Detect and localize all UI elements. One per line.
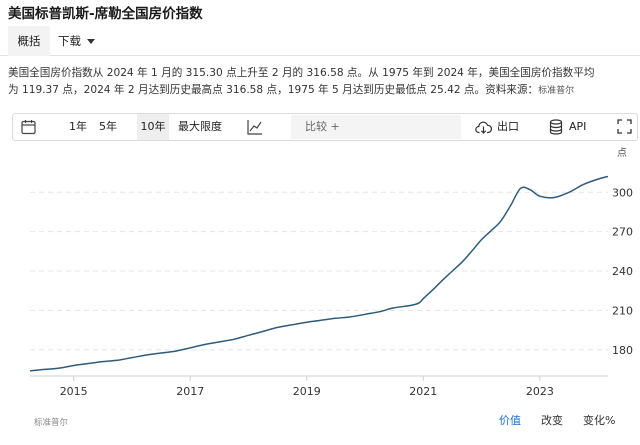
range-10y-button[interactable]: 10年 [137, 114, 169, 140]
tab-download[interactable]: 下载 [56, 26, 95, 56]
footer-source[interactable]: 标准普尔 [34, 414, 68, 432]
line-chart-icon[interactable] [247, 119, 263, 135]
database-icon [549, 119, 563, 135]
unit-label: 点 [617, 147, 627, 159]
page-title: 美国标普凯斯-席勒全国房价指数 [8, 6, 203, 22]
export-button[interactable]: 出口 [475, 114, 519, 140]
series-line-0 [29, 175, 609, 372]
y-tick-label: 240 [612, 265, 633, 278]
description-line-2: 为 119.37 点，2024 年 2 月达到历史最高点 316.58 点，19… [8, 82, 636, 100]
line-chart: 2015 2017 2019 2021 2023 180 210 240 270 300 点 [29, 147, 633, 398]
caret-down-icon [87, 39, 95, 44]
range-5y-button[interactable]: 5年 [99, 114, 117, 140]
calendar-icon[interactable] [21, 119, 36, 135]
mode-percent-button[interactable]: 变化% [583, 412, 615, 430]
export-icon [475, 121, 492, 134]
api-button[interactable]: API [549, 114, 586, 140]
x-tick-label: 2023 [526, 385, 554, 398]
x-tick-labels: 2015 2017 2019 2021 2023 [60, 385, 554, 398]
y-tick-label: 270 [612, 226, 633, 239]
x-tick-label: 2021 [409, 385, 437, 398]
range-max-button[interactable]: 最大限度 [178, 114, 222, 140]
description-line-1: 美国全国房价指数从 2024 年 1 月的 315.30 点上升至 2 月的 3… [8, 67, 595, 79]
tab-bar: 概括 下载 [0, 26, 640, 56]
compare-input[interactable]: 比较 + [291, 115, 461, 139]
description-source[interactable]: 标准普尔 [538, 86, 574, 96]
y-tick-label: 300 [612, 186, 633, 199]
chart-area: 2015 2017 2019 2021 2023 180 210 240 270 300 点 [0, 141, 640, 445]
chart-toolbar: 1年 5年 10年 最大限度 比较 + 出口 API [12, 113, 638, 141]
tab-overview[interactable]: 概括 [8, 26, 50, 56]
range-1y-button[interactable]: 1年 [69, 114, 87, 140]
api-label: API [569, 120, 587, 133]
export-label: 出口 [497, 120, 519, 133]
x-tick-label: 2019 [293, 385, 321, 398]
mode-change-button[interactable]: 改变 [541, 412, 563, 430]
y-tick-label: 210 [612, 304, 633, 317]
grid-lines [30, 191, 608, 351]
series-group [29, 175, 609, 372]
mode-value-button[interactable]: 价值 [499, 412, 521, 430]
x-tick-label: 2015 [60, 385, 88, 398]
description: 美国全国房价指数从 2024 年 1 月的 315.30 点上升至 2 月的 3… [8, 65, 636, 100]
y-tick-labels: 180 210 240 270 300 [612, 186, 633, 357]
x-axis [30, 375, 608, 381]
x-tick-label: 2017 [176, 385, 204, 398]
fullscreen-icon[interactable] [617, 119, 632, 135]
y-tick-label: 180 [612, 344, 633, 357]
description-line-2-text: 为 119.37 点，2024 年 2 月达到历史最高点 316.58 点，19… [8, 84, 539, 96]
tab-download-label: 下载 [58, 34, 81, 48]
